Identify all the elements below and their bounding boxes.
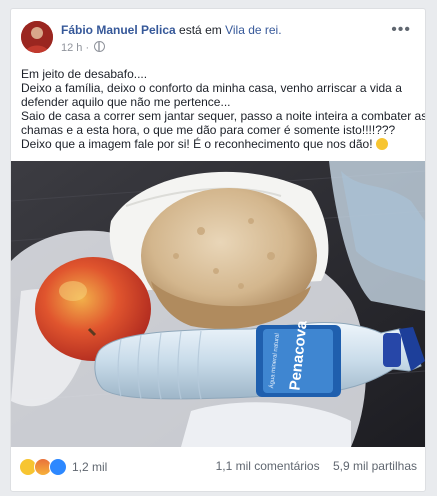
- post-text-line: Deixo a família, deixo o conforto da min…: [21, 81, 402, 95]
- like-icon: [49, 458, 67, 476]
- post-text-line: chamas e a esta hora, o que me dão para …: [21, 123, 396, 137]
- post-header: Fábio Manuel Pelica está em Vila de rei.…: [21, 21, 415, 61]
- location-connector: está em: [179, 23, 222, 37]
- comments-count-link[interactable]: 1,1 mil comentários: [216, 459, 320, 473]
- more-options-button[interactable]: •••: [391, 21, 411, 39]
- author-avatar[interactable]: [21, 21, 53, 53]
- post-text-line: defender aquilo que não me pertence...: [21, 95, 231, 109]
- post-card: Fábio Manuel Pelica está em Vila de rei.…: [10, 8, 426, 492]
- shares-count-link[interactable]: 5,9 mil partilhas: [333, 459, 417, 473]
- post-text-line: Saio de casa a correr sem jantar sequer,…: [21, 109, 426, 123]
- post-photo[interactable]: Penacova Água mineral natural: [11, 161, 425, 447]
- post-meta: 12 h ·: [61, 41, 106, 54]
- author-name-link[interactable]: Fábio Manuel Pelica: [61, 23, 176, 37]
- post-text-line: Deixo que a imagem fale por si! É o reco…: [21, 137, 373, 151]
- location-link[interactable]: Vila de rei.: [225, 23, 281, 37]
- author-line: Fábio Manuel Pelica está em Vila de rei.: [61, 23, 282, 37]
- engagement-stats: 1,1 mil comentários 5,9 mil partilhas: [216, 459, 417, 473]
- post-footer: 1,2 mil 1,1 mil comentários 5,9 mil part…: [11, 447, 425, 491]
- disappointed-emoji-icon: [375, 138, 388, 150]
- globe-icon: [94, 41, 106, 52]
- reactions-summary[interactable]: 1,2 mil: [19, 457, 107, 477]
- post-text-line: Em jeito de desabafo....: [21, 67, 148, 81]
- reaction-count: 1,2 mil: [72, 460, 108, 474]
- post-timestamp[interactable]: 12 h: [61, 42, 82, 54]
- post-text: Em jeito de desabafo.... Deixo a família…: [21, 67, 426, 151]
